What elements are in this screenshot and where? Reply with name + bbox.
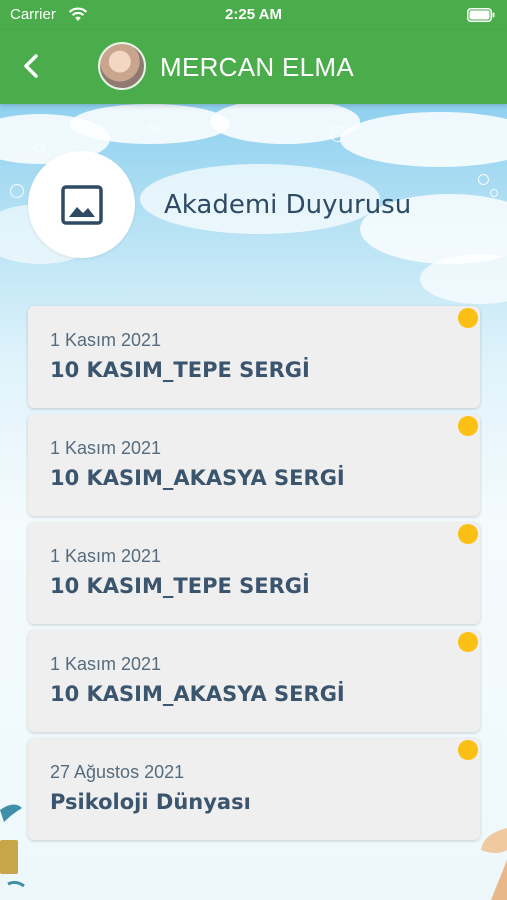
decorative-shell-illustration [481,828,507,900]
announcement-date: 27 Ağustos 2021 [50,762,185,782]
announcement-title: 10 KASIM_TEPE SERGİ [50,574,310,598]
announcement-date: 1 Kasım 2021 [50,654,162,674]
unread-indicator [458,632,478,652]
header-image-badge [28,151,135,258]
announcement-title: 10 KASIM_AKASYA SERGİ [50,466,345,490]
announcement-card[interactable]: 27 Ağustos 2021 Psikoloji Dünyası [28,738,480,840]
unread-indicator [458,524,478,544]
image-icon [61,185,103,225]
back-button[interactable] [14,48,50,84]
announcement-card[interactable]: 1 Kasım 2021 10 KASIM_TEPE SERGİ [28,522,480,624]
announcement-card[interactable]: 1 Kasım 2021 10 KASIM_AKASYA SERGİ [28,630,480,732]
announcement-list: 1 Kasım 2021 10 KASIM_TEPE SERGİ 1 Kasım… [28,306,480,846]
status-bar: Carrier 2:25 AM [0,0,507,30]
nav-title: MERCAN ELMA [160,52,354,82]
announcement-title: 10 KASIM_AKASYA SERGİ [50,682,345,706]
announcement-date: 1 Kasım 2021 [50,438,162,458]
announcement-card[interactable]: 1 Kasım 2021 10 KASIM_TEPE SERGİ [28,306,480,408]
battery-icon [467,8,495,22]
announcement-title: Psikoloji Dünyası [50,790,251,814]
navigation-bar: MERCAN ELMA [0,30,507,104]
announcement-card[interactable]: 1 Kasım 2021 10 KASIM_AKASYA SERGİ [28,414,480,516]
avatar [98,42,146,90]
unread-indicator [458,740,478,760]
status-time: 2:25 AM [225,6,282,23]
unread-indicator [458,416,478,436]
decorative-plant-illustration [0,804,25,888]
announcement-date: 1 Kasım 2021 [50,546,162,566]
announcement-title: 10 KASIM_TEPE SERGİ [50,358,310,382]
page-title: Akademi Duyurusu [164,190,412,220]
unread-indicator [458,308,478,328]
announcement-date: 1 Kasım 2021 [50,330,162,350]
